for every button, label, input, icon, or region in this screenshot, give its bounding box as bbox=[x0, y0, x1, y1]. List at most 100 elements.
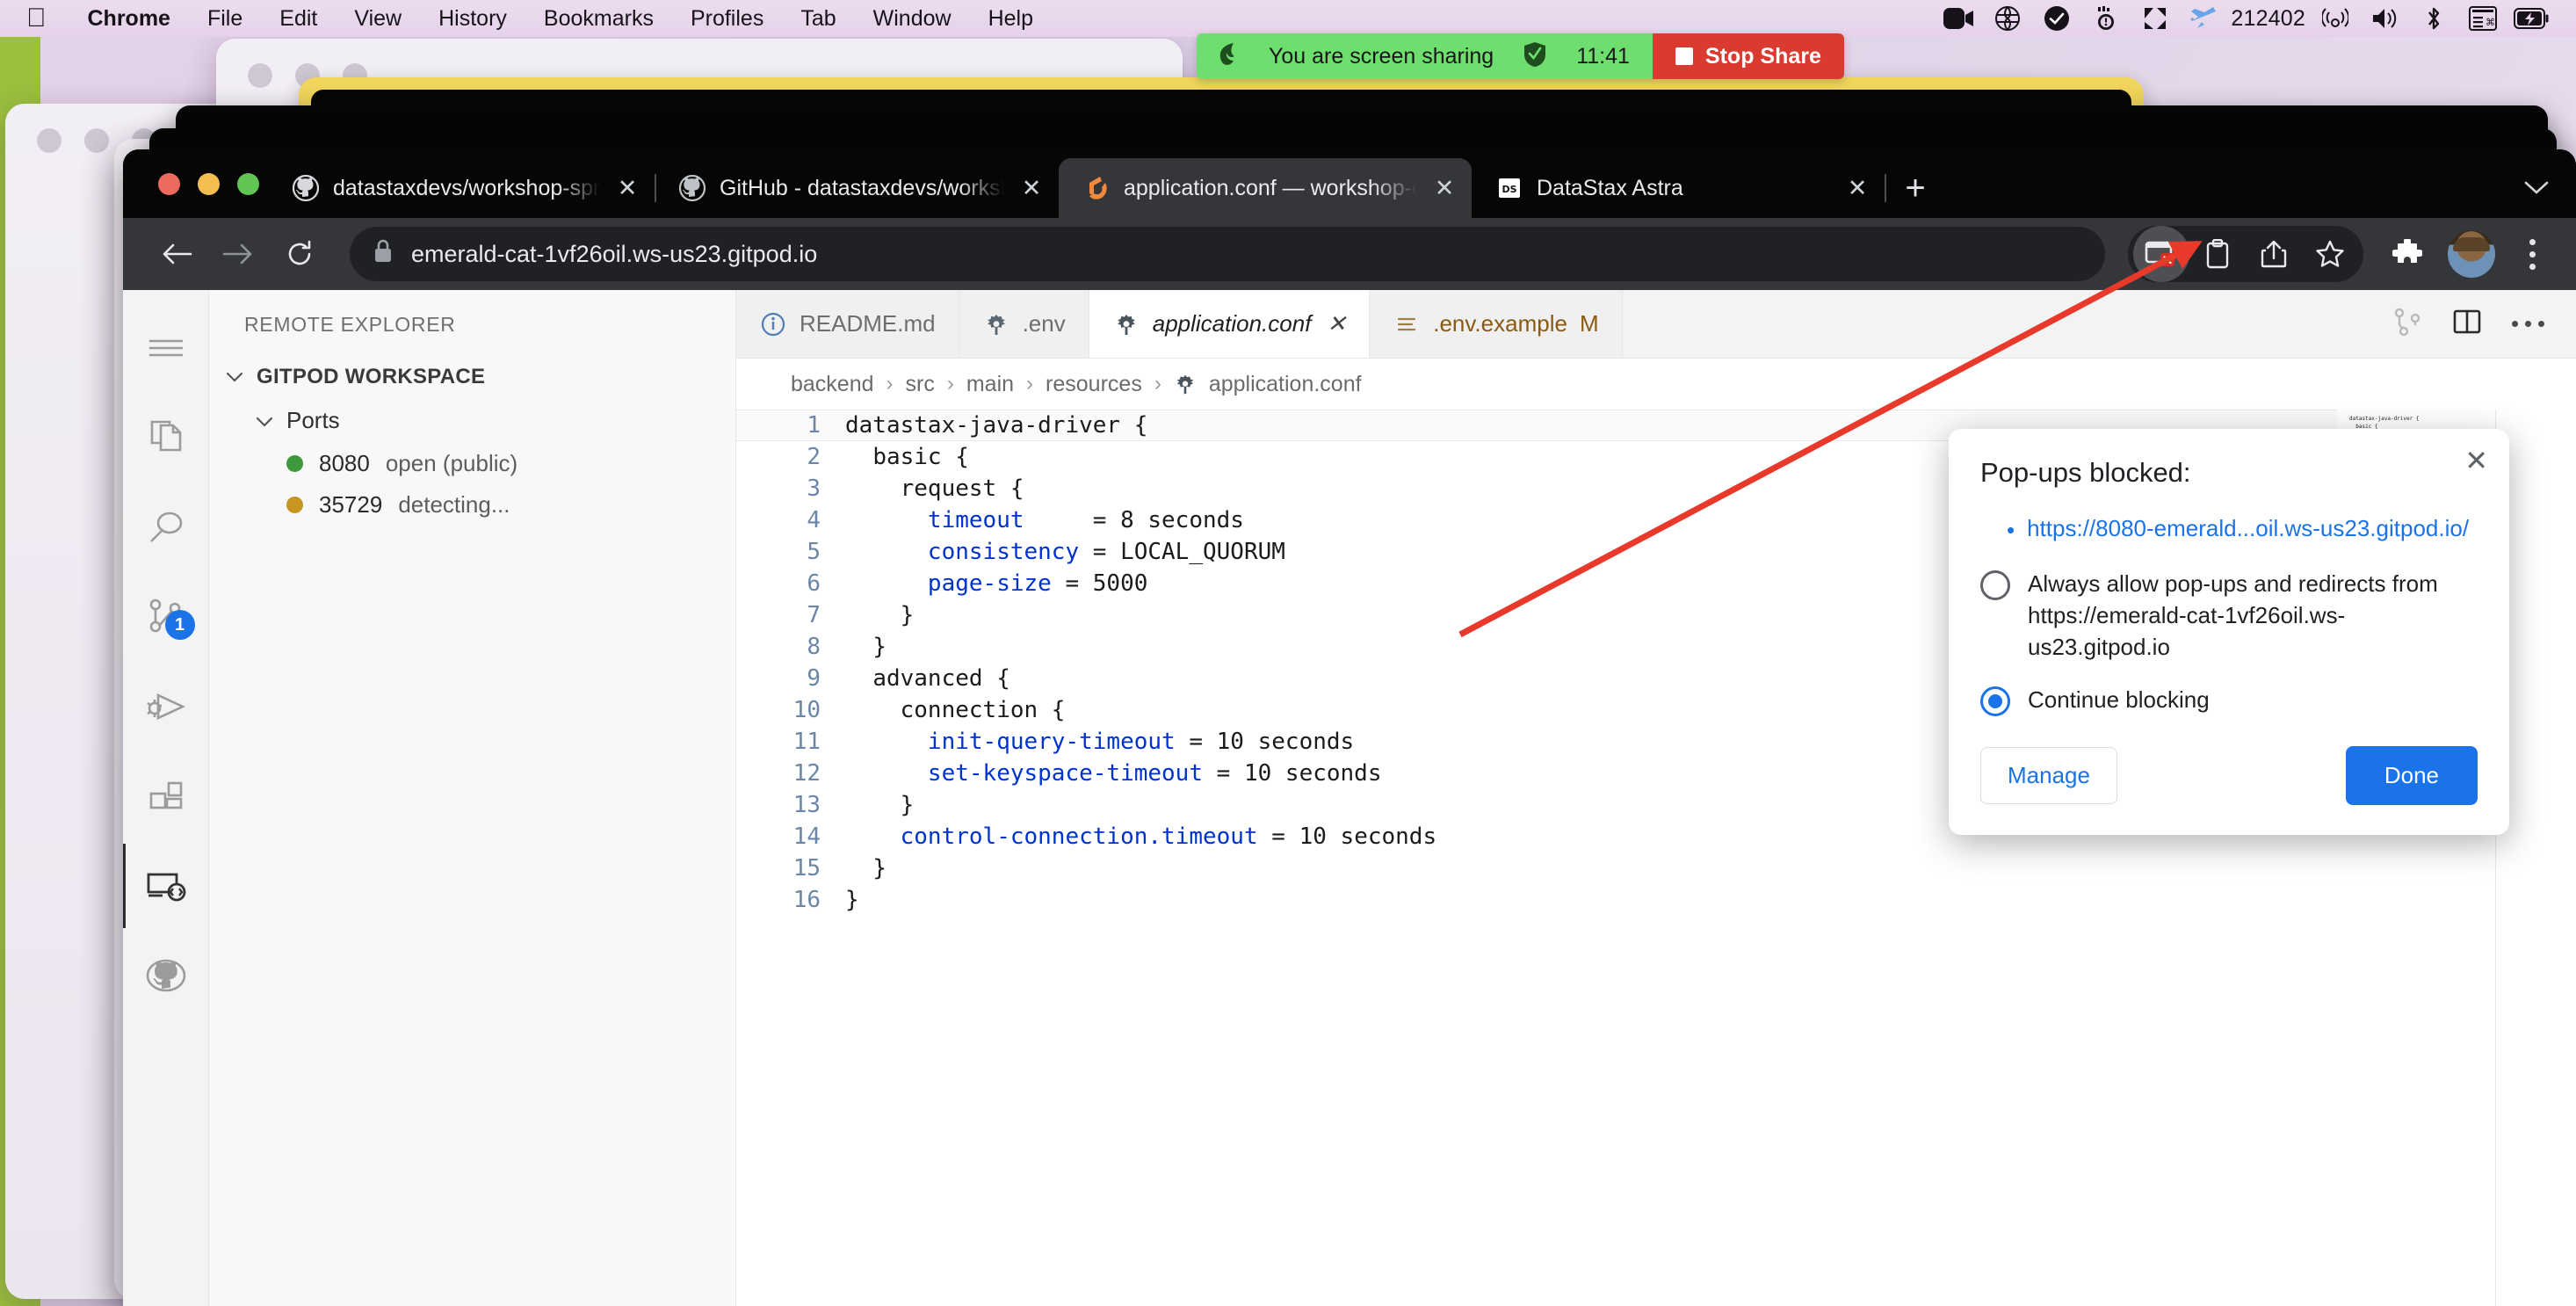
browser-tab-3[interactable]: application.conf — workshop-e ✕ bbox=[1059, 158, 1472, 218]
breadcrumb-item-src[interactable]: src bbox=[906, 372, 935, 397]
bookmark-star-icon[interactable] bbox=[2302, 226, 2358, 282]
menu-item-edit[interactable]: Edit bbox=[261, 6, 336, 32]
minimize-window-button[interactable] bbox=[198, 173, 220, 195]
bluetooth-icon[interactable] bbox=[2409, 0, 2458, 37]
line-number: 10 bbox=[736, 697, 845, 723]
popup-blocked-icon[interactable] bbox=[2133, 226, 2189, 282]
extensions-icon[interactable] bbox=[123, 754, 209, 838]
browser-tab-3-close[interactable]: ✕ bbox=[1429, 175, 1459, 202]
airdrop-icon[interactable] bbox=[2311, 0, 2360, 37]
breadcrumb-item-main[interactable]: main bbox=[966, 372, 1014, 397]
apple-menu-icon[interactable]:  bbox=[0, 5, 69, 32]
line-content: set-keyspace-timeout = 10 seconds bbox=[845, 760, 1382, 787]
editor-tab-close[interactable]: ✕ bbox=[1327, 310, 1346, 337]
breadcrumb-item-backend[interactable]: backend bbox=[791, 372, 874, 397]
port-row-8080[interactable]: 8080 open (public) bbox=[209, 443, 735, 484]
reload-icon[interactable] bbox=[272, 227, 327, 281]
option-continue-blocking[interactable]: Continue blocking bbox=[1980, 684, 2478, 716]
run-and-debug-icon[interactable] bbox=[123, 664, 209, 749]
menu-item-view[interactable]: View bbox=[336, 6, 420, 32]
gitpod-icon bbox=[1082, 173, 1111, 203]
split-source-control-icon[interactable] bbox=[2392, 307, 2422, 341]
airplane-icon[interactable] bbox=[2180, 0, 2229, 37]
browser-tab-1-close[interactable]: ✕ bbox=[612, 175, 642, 202]
battery-charging-icon[interactable] bbox=[2507, 0, 2557, 37]
menu-item-help[interactable]: Help bbox=[970, 6, 1052, 32]
volume-icon[interactable] bbox=[2360, 0, 2409, 37]
breadcrumb-separator: › bbox=[1026, 372, 1033, 396]
mouse-alert-icon[interactable] bbox=[2081, 0, 2131, 37]
keyboard-icon[interactable]: ⌘ bbox=[2458, 0, 2507, 37]
address-bar[interactable]: emerald-cat-1vf26oil.ws-us23.gitpod.io bbox=[350, 227, 2105, 281]
more-actions-icon[interactable] bbox=[2512, 321, 2544, 327]
tab-search-chevron-down-icon[interactable] bbox=[2497, 158, 2576, 218]
menu-item-file[interactable]: File bbox=[189, 6, 261, 32]
port-row-35729[interactable]: 35729 detecting... bbox=[209, 484, 735, 526]
split-editor-icon[interactable] bbox=[2452, 307, 2482, 341]
browser-tab-2-close[interactable]: ✕ bbox=[1017, 175, 1046, 202]
radio-button[interactable] bbox=[1980, 570, 2010, 600]
toolbar-right bbox=[2128, 226, 2557, 282]
menu-icon[interactable] bbox=[123, 306, 209, 390]
screenshot-icon[interactable] bbox=[2131, 0, 2180, 37]
remote-explorer-icon[interactable] bbox=[123, 844, 209, 928]
flight-number: 212402 bbox=[2229, 6, 2311, 32]
option-always-allow[interactable]: Always allow pop-ups and redirects from … bbox=[1980, 568, 2478, 663]
source-control-icon[interactable]: 1 bbox=[123, 575, 209, 659]
back-arrow-icon[interactable] bbox=[149, 227, 204, 281]
maximize-window-button[interactable] bbox=[237, 173, 259, 195]
browser-tab-4-close[interactable]: ✕ bbox=[1842, 175, 1872, 202]
stop-share-button[interactable]: Stop Share bbox=[1653, 33, 1844, 79]
editor-tab-readme[interactable]: README.md bbox=[736, 290, 959, 358]
zoom-video-icon[interactable] bbox=[1934, 0, 1983, 37]
explorer-icon[interactable] bbox=[123, 395, 209, 480]
menu-item-bookmarks[interactable]: Bookmarks bbox=[525, 6, 672, 32]
tree-item-label: Ports bbox=[286, 407, 340, 434]
close-window-button[interactable] bbox=[158, 173, 180, 195]
screen-share-status: You are screen sharing 11:41 bbox=[1197, 33, 1653, 79]
checkmark-circle-icon[interactable] bbox=[2032, 0, 2081, 37]
blocked-url-link[interactable]: https://8080-emerald...oil.ws-us23.gitpo… bbox=[2027, 515, 2469, 542]
clipboard-icon[interactable] bbox=[2189, 226, 2246, 282]
browser-tab-2[interactable]: GitHub - datastaxdevs/workshop ✕ bbox=[655, 158, 1059, 218]
line-content: datastax-java-driver { bbox=[845, 412, 1147, 439]
line-content: } bbox=[845, 792, 914, 818]
manage-button[interactable]: Manage bbox=[1980, 747, 2117, 804]
tab-strip: datastaxdevs/workshop-spring ✕ GitHub - … bbox=[123, 149, 2576, 218]
window-traffic-lights[interactable] bbox=[148, 149, 268, 218]
menu-item-tab[interactable]: Tab bbox=[782, 6, 854, 32]
radio-button[interactable] bbox=[1980, 686, 2010, 716]
tree-section-gitpod-workspace[interactable]: GITPOD WORKSPACE bbox=[209, 356, 735, 398]
line-number: 16 bbox=[736, 887, 845, 913]
menu-item-profiles[interactable]: Profiles bbox=[672, 6, 782, 32]
dropbox-icon[interactable] bbox=[1983, 0, 2032, 37]
kebab-menu-icon[interactable] bbox=[2507, 239, 2557, 270]
new-tab-button[interactable]: + bbox=[1885, 158, 1946, 218]
option-label: Always allow pop-ups and redirects from … bbox=[2028, 568, 2478, 663]
editor-tab-application-conf[interactable]: application.conf ✕ bbox=[1089, 290, 1370, 358]
done-button[interactable]: Done bbox=[2346, 746, 2478, 805]
tree-item-ports[interactable]: Ports bbox=[209, 398, 735, 443]
source-control-badge: 1 bbox=[165, 610, 195, 640]
port-status-dot bbox=[286, 497, 303, 513]
menu-item-history[interactable]: History bbox=[420, 6, 525, 32]
menu-item-window[interactable]: Window bbox=[855, 6, 970, 32]
github-icon[interactable] bbox=[123, 933, 209, 1018]
close-icon[interactable]: ✕ bbox=[2464, 446, 2488, 475]
breadcrumb-item-file[interactable]: application.conf bbox=[1209, 372, 1362, 397]
editor-tab-env-example[interactable]: .env.example M bbox=[1370, 290, 1622, 358]
search-icon[interactable] bbox=[123, 485, 209, 570]
menu-item-chrome[interactable]: Chrome bbox=[69, 6, 189, 32]
datastax-icon: DS bbox=[1494, 173, 1524, 203]
browser-tab-4[interactable]: DS DataStax Astra ✕ bbox=[1472, 158, 1885, 218]
avatar[interactable] bbox=[2448, 230, 2495, 278]
puzzle-icon[interactable] bbox=[2379, 226, 2435, 282]
lock-icon[interactable] bbox=[373, 239, 394, 270]
forward-arrow-icon[interactable] bbox=[211, 227, 265, 281]
macos-menubar:  Chrome File Edit View History Bookmark… bbox=[0, 0, 2576, 37]
share-icon[interactable] bbox=[2246, 226, 2302, 282]
browser-tab-1[interactable]: datastaxdevs/workshop-spring ✕ bbox=[268, 158, 655, 218]
breadcrumb-item-resources[interactable]: resources bbox=[1046, 372, 1142, 397]
toolbar-icon-group bbox=[2128, 226, 2363, 282]
editor-tab-env[interactable]: .env bbox=[959, 290, 1089, 358]
